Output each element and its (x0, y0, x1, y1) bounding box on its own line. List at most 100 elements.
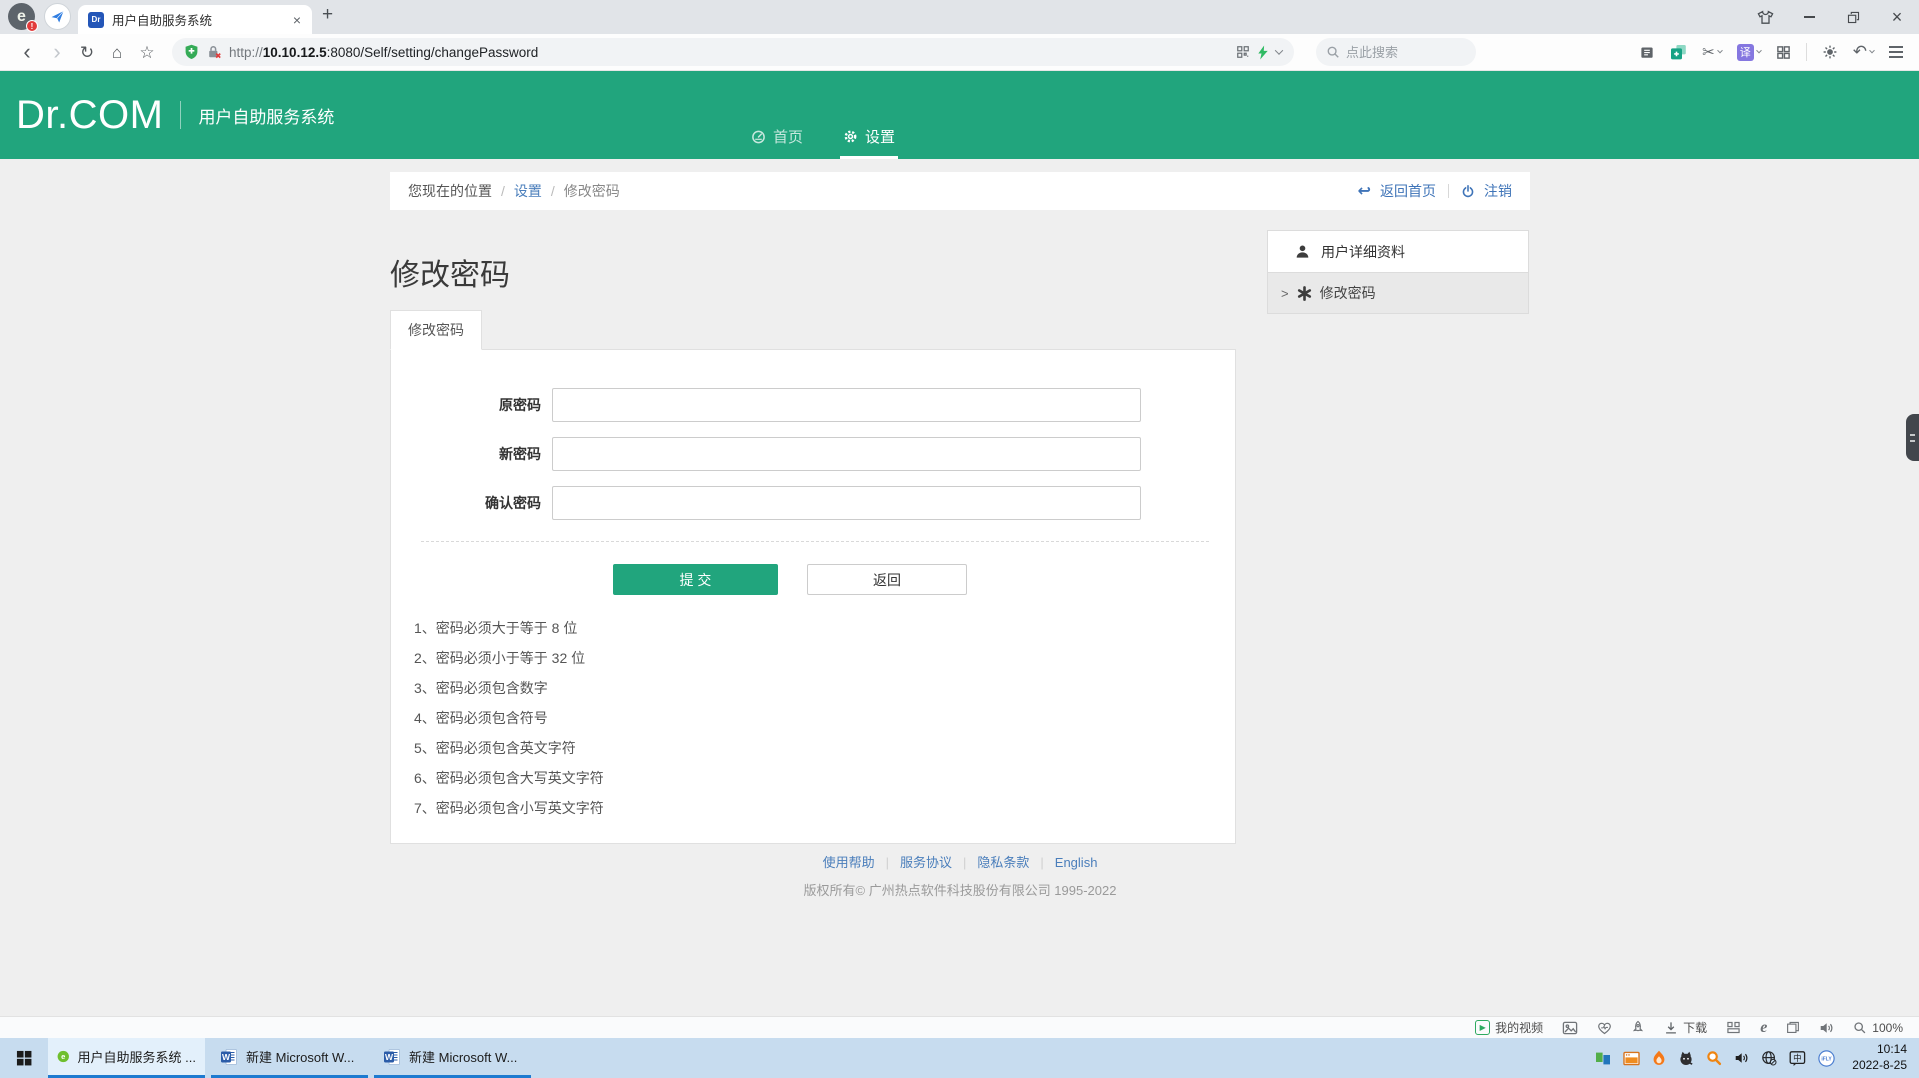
back-button[interactable]: ‹ (12, 41, 42, 63)
zoom-magnifier-icon (1853, 1021, 1867, 1035)
translate-icon[interactable]: 译 (1737, 44, 1761, 61)
footer-link-agreement[interactable]: 服务协议 (900, 855, 952, 870)
dashboard-icon (751, 129, 766, 144)
brightness-sun-icon[interactable] (1822, 44, 1838, 60)
my-videos-button[interactable]: ▶ 我的视频 (1475, 1019, 1543, 1036)
zoom-level-control[interactable]: 100% (1853, 1021, 1903, 1035)
submit-button[interactable]: 提 交 (613, 564, 778, 595)
menu-icon[interactable] (1889, 46, 1903, 58)
brand-subtitle: 用户自助服务系统 (198, 103, 334, 128)
browser-logo-letter: e (17, 8, 26, 26)
taskbar-item-word-2[interactable]: W 新建 Microsoft W... (374, 1038, 531, 1078)
tab-title: 用户自助服务系统 (112, 10, 282, 29)
sidebar-item-change-password[interactable]: > 修改密码 (1268, 272, 1528, 313)
nav-item-home[interactable]: 首页 (748, 126, 806, 159)
window-controls: × (1743, 0, 1919, 34)
download-button[interactable]: 下载 (1664, 1019, 1707, 1036)
footer-link-help[interactable]: 使用帮助 (823, 855, 875, 870)
sidebar: 用户详细资料 > 修改密码 (1267, 230, 1529, 314)
theme-shirt-icon[interactable] (1743, 0, 1787, 34)
breadcrumb-bar: 您现在的位置 / 设置 / 修改密码 ↩ 返回首页 注销 (390, 172, 1530, 210)
tab-close-icon[interactable]: × (290, 12, 304, 28)
drcom-logo[interactable]: Dr.COM (16, 93, 163, 138)
close-button[interactable]: × (1875, 0, 1919, 34)
boost-rocket-icon[interactable] (1631, 1020, 1645, 1035)
refresh-button[interactable]: ↻ (72, 44, 102, 61)
footer-link-privacy[interactable]: 隐私条款 (977, 855, 1029, 870)
taskbar-clock[interactable]: 10:14 2022-8-25 (1852, 1042, 1907, 1073)
nav-item-settings[interactable]: 设置 (840, 126, 898, 159)
minimize-button[interactable] (1787, 0, 1831, 34)
breadcrumb-link-settings[interactable]: 设置 (514, 181, 542, 201)
tray-ime-icon[interactable]: 中 (1789, 1050, 1806, 1067)
tray-volume-icon[interactable] (1734, 1051, 1749, 1065)
browser-logo-icon[interactable]: e ! (8, 3, 35, 30)
old-password-label: 原密码 (391, 395, 541, 415)
tray-window-icon[interactable] (1623, 1051, 1640, 1066)
logout-link[interactable]: 注销 (1484, 181, 1512, 201)
rule-item: 1、密码必须大于等于 8 位 (414, 613, 1235, 643)
navigator-icon[interactable] (44, 3, 71, 30)
ie-compat-icon[interactable]: e (1760, 1019, 1767, 1037)
word-icon: W (220, 1048, 238, 1066)
new-tab-button[interactable]: + (322, 4, 333, 26)
search-input[interactable] (1346, 45, 1456, 60)
side-panel-handle[interactable] (1906, 414, 1919, 461)
confirm-password-input[interactable] (552, 486, 1141, 520)
bookmark-star-icon[interactable]: ☆ (132, 44, 162, 61)
tray-network-globe-icon[interactable] (1761, 1050, 1777, 1066)
sidebar-menu: 用户详细资料 > 修改密码 (1267, 230, 1529, 314)
back-button-form[interactable]: 返回 (807, 564, 967, 595)
screenshot-icon[interactable] (1670, 44, 1687, 60)
old-password-input[interactable] (552, 388, 1141, 422)
taskbar-item-word-1[interactable]: W 新建 Microsoft W... (211, 1038, 368, 1078)
security-shield-icon[interactable] (184, 44, 199, 60)
insecure-lock-icon[interactable] (206, 44, 222, 60)
breadcrumb-separator: / (501, 183, 505, 199)
my-videos-label: 我的视频 (1495, 1019, 1543, 1036)
browser-tab[interactable]: Dr 用户自助服务系统 × (78, 5, 312, 34)
speed-bolt-icon[interactable] (1257, 45, 1269, 60)
tray-tiles-icon[interactable] (1595, 1051, 1611, 1066)
chevron-down-icon[interactable] (1275, 46, 1283, 54)
taskbar-item-browser[interactable]: e 用户自助服务系统 ... (48, 1038, 205, 1078)
new-password-input[interactable] (552, 437, 1141, 471)
search-box[interactable] (1316, 38, 1476, 66)
sidebar-item-profile[interactable]: 用户详细资料 (1268, 231, 1528, 272)
start-button[interactable] (0, 1038, 48, 1078)
health-heart-icon[interactable] (1597, 1021, 1612, 1035)
tray-flame-icon[interactable] (1652, 1050, 1666, 1066)
apps-grid-icon[interactable] (1776, 45, 1791, 60)
undo-history-icon[interactable]: ↶ (1853, 42, 1874, 62)
tray-magnifier-icon[interactable] (1706, 1050, 1722, 1066)
image-mode-icon[interactable] (1562, 1021, 1578, 1035)
footer-link-english[interactable]: English (1055, 855, 1098, 870)
tray-ifly-icon[interactable]: iFLY (1818, 1050, 1835, 1067)
footer-links: 使用帮助|服务协议|隐私条款|English (390, 852, 1530, 871)
rule-item: 2、密码必须小于等于 32 位 (414, 643, 1235, 673)
tab-strip: 修改密码 (390, 310, 1236, 349)
svg-text:中: 中 (1793, 1052, 1802, 1062)
url-text[interactable]: http://10.10.12.5:8080/Self/setting/chan… (229, 45, 1229, 60)
mute-speaker-icon[interactable] (1819, 1021, 1834, 1035)
brand: Dr.COM 用户自助服务系统 (16, 71, 334, 159)
forward-button[interactable]: › (42, 41, 72, 63)
restore-button[interactable] (1831, 0, 1875, 34)
snip-scissors-icon[interactable]: ✂ (1702, 43, 1722, 61)
zoom-level-value: 100% (1872, 1021, 1903, 1035)
home-button[interactable]: ⌂ (102, 44, 132, 61)
breadcrumb-separator: / (551, 183, 555, 199)
back-home-link[interactable]: 返回首页 (1380, 181, 1436, 201)
grid-boxes-icon[interactable] (1726, 1021, 1741, 1034)
rule-item: 5、密码必须包含英文字符 (414, 733, 1235, 763)
clock-date: 2022-8-25 (1852, 1058, 1907, 1074)
tray-mascot-icon[interactable] (1678, 1050, 1694, 1066)
qr-code-icon[interactable] (1236, 45, 1250, 59)
address-bar[interactable]: http://10.10.12.5:8080/Self/setting/chan… (172, 38, 1294, 66)
svg-text:e: e (61, 1052, 65, 1061)
taskbar-item-label: 用户自助服务系统 ... (78, 1047, 196, 1066)
asterisk-icon (1297, 286, 1312, 301)
tab-change-password[interactable]: 修改密码 (390, 310, 482, 350)
reader-mode-icon[interactable] (1639, 45, 1655, 60)
window-mode-icon[interactable] (1786, 1021, 1800, 1034)
